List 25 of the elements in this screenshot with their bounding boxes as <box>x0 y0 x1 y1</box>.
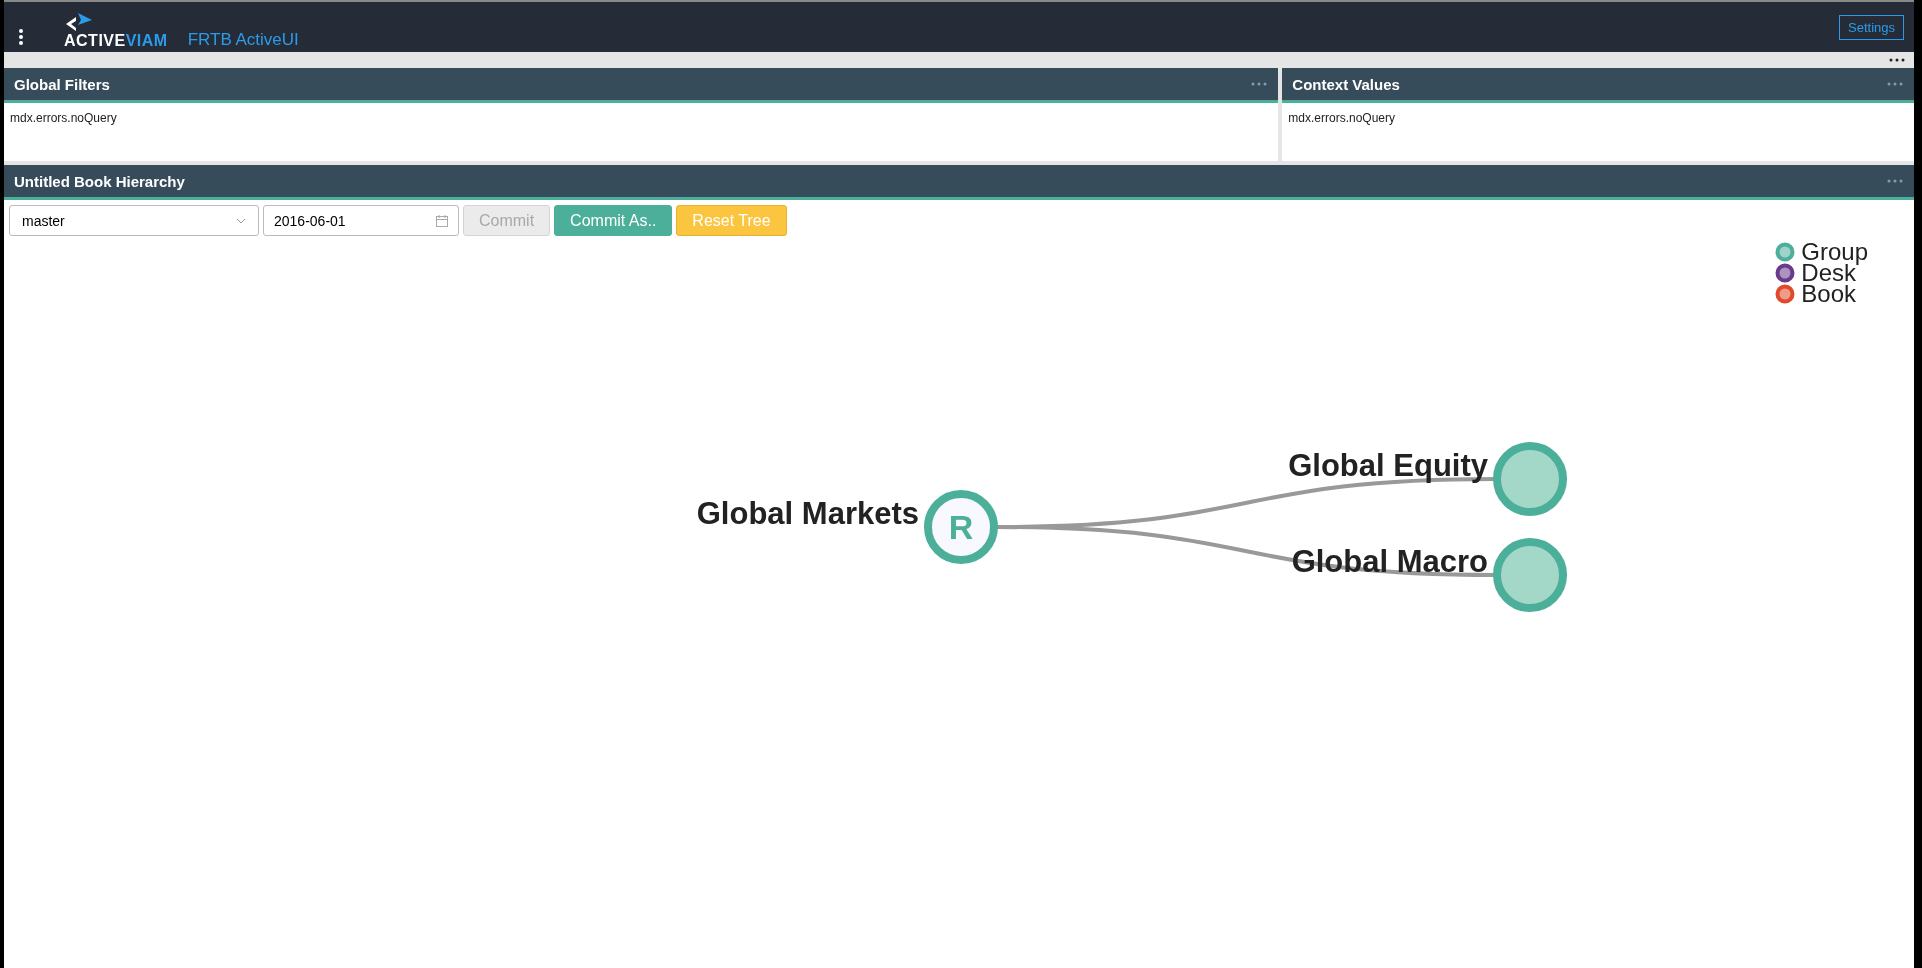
error-message: mdx.errors.noQuery <box>1287 110 1397 127</box>
panel-title: Global Filters <box>14 75 110 93</box>
node-label: Global Equity <box>1288 448 1488 483</box>
node-label: Global Macro <box>1291 544 1488 579</box>
more-icon[interactable] <box>1888 58 1906 62</box>
calendar-icon <box>436 214 448 227</box>
date-field[interactable]: 2016-06-01 <box>263 205 459 236</box>
legend-label: Desk <box>1801 262 1856 283</box>
legend-label: Book <box>1801 283 1856 304</box>
error-message: mdx.errors.noQuery <box>9 110 118 127</box>
tree-node[interactable] <box>924 490 998 564</box>
tree-node[interactable] <box>1493 442 1567 516</box>
toolbar-button[interactable]: Commit As.. <box>554 205 673 236</box>
panel-title: Context Values <box>1292 75 1400 93</box>
root-letter: R <box>948 508 974 546</box>
app-title: FRTB ActiveUI <box>187 30 299 51</box>
logo-wordmark: ACTIVEVIAM <box>64 32 168 50</box>
tree-node[interactable] <box>1493 538 1567 612</box>
branch-select[interactable]: master <box>9 205 259 236</box>
node-label: Global Markets <box>696 496 919 531</box>
menu-icon[interactable] <box>18 28 24 46</box>
panel-title: Untitled Book Hierarchy <box>14 172 185 190</box>
chevron-down-icon <box>236 217 246 224</box>
settings-button[interactable]: Settings <box>1839 14 1904 40</box>
logo-icon <box>64 12 94 32</box>
